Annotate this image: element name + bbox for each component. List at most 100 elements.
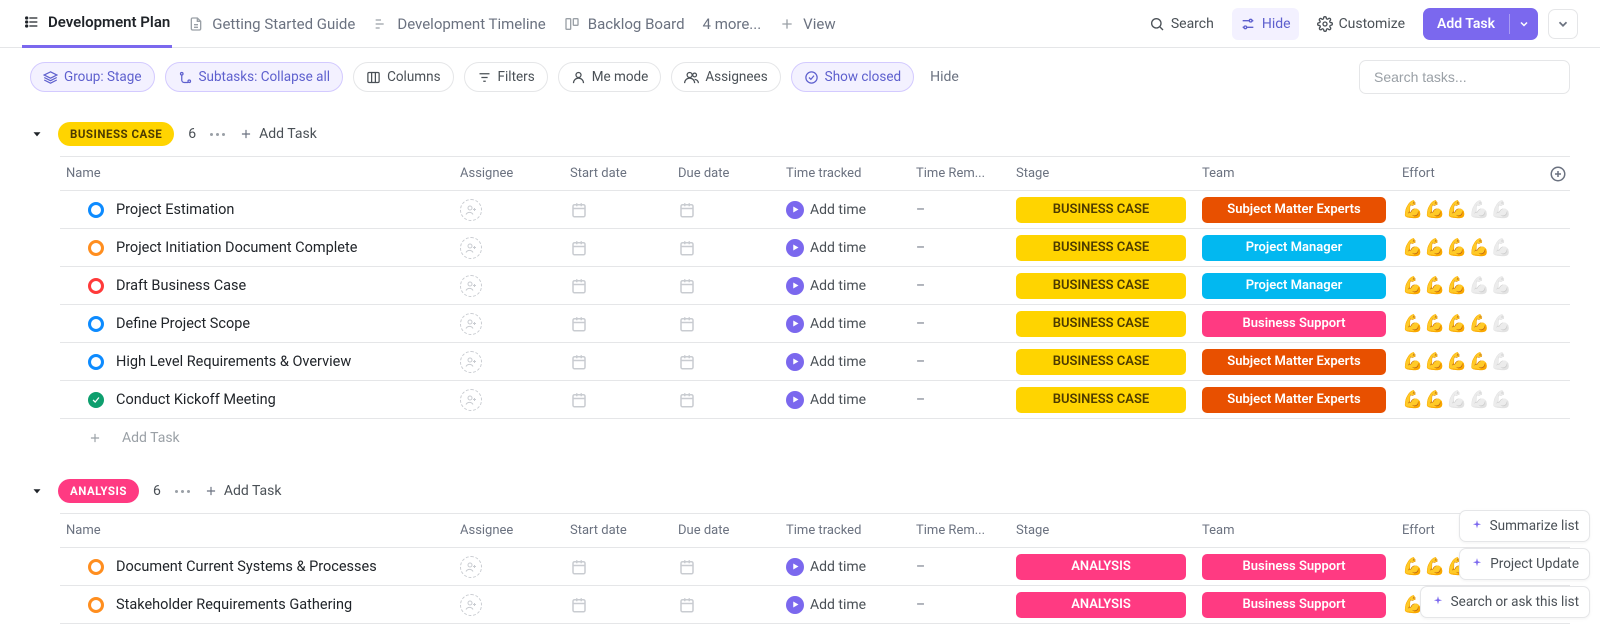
topbar-more-menu[interactable] (1548, 9, 1578, 39)
add-task-row[interactable]: Add Task (60, 419, 1570, 457)
team-tag[interactable]: Business Support (1202, 554, 1386, 580)
due-date-cell[interactable] (678, 277, 786, 295)
assign-user-button[interactable] (460, 237, 482, 259)
col-time-tracked[interactable]: Time tracked (786, 523, 916, 538)
add-time-button[interactable]: Add time (786, 391, 866, 409)
col-stage[interactable]: Stage (1016, 166, 1202, 181)
subtasks-chip[interactable]: Subtasks: Collapse all (165, 62, 344, 92)
add-column-button[interactable] (1546, 165, 1570, 183)
group-more-menu[interactable] (210, 133, 225, 136)
col-due-date[interactable]: Due date (678, 523, 786, 538)
due-date-cell[interactable] (678, 558, 786, 576)
task-row[interactable]: Project Initiation Document Complete Add… (60, 229, 1570, 267)
start-date-cell[interactable] (570, 596, 678, 614)
team-tag[interactable]: Subject Matter Experts (1202, 387, 1386, 413)
search-tasks-input[interactable] (1372, 68, 1557, 86)
add-time-button[interactable]: Add time (786, 353, 866, 371)
start-date-cell[interactable] (570, 353, 678, 371)
due-date-cell[interactable] (678, 201, 786, 219)
group-chip[interactable]: Group: Stage (30, 62, 155, 92)
topbar-search[interactable]: Search (1141, 8, 1222, 40)
toolbar-hide-button[interactable]: Hide (924, 69, 965, 85)
stage-tag[interactable]: BUSINESS CASE (1016, 197, 1186, 223)
col-name[interactable]: Name (60, 523, 460, 538)
task-row[interactable]: Draft Business Case Add time – BUSINESS … (60, 267, 1570, 305)
col-due-date[interactable]: Due date (678, 166, 786, 181)
task-row[interactable]: Define Project Scope Add time – BUSINESS… (60, 305, 1570, 343)
group-add-task[interactable]: Add Task (204, 483, 282, 499)
stage-tag[interactable]: BUSINESS CASE (1016, 235, 1186, 261)
start-date-cell[interactable] (570, 201, 678, 219)
add-time-button[interactable]: Add time (786, 596, 866, 614)
effort-cell[interactable]: 💪💪💪💪💪 (1402, 238, 1570, 258)
view-tab[interactable]: Development Timeline (371, 0, 547, 48)
add-time-button[interactable]: Add time (786, 201, 866, 219)
col-name[interactable]: Name (60, 166, 460, 181)
assign-user-button[interactable] (460, 351, 482, 373)
task-row[interactable]: Conduct Kickoff Meeting Add time – BUSIN… (60, 381, 1570, 419)
col-time-remain[interactable]: Time Rem... (916, 523, 1016, 538)
start-date-cell[interactable] (570, 391, 678, 409)
ai-project-update-button[interactable]: Project Update (1459, 548, 1590, 580)
col-time-tracked[interactable]: Time tracked (786, 166, 916, 181)
col-start-date[interactable]: Start date (570, 523, 678, 538)
view-tab[interactable]: Development Plan (22, 0, 172, 48)
stage-tag[interactable]: BUSINESS CASE (1016, 387, 1186, 413)
tab-more-views[interactable]: 4 more... (701, 0, 764, 48)
task-row[interactable]: Project Estimation Add time – BUSINESS C… (60, 191, 1570, 229)
due-date-cell[interactable] (678, 239, 786, 257)
stage-tag[interactable]: BUSINESS CASE (1016, 273, 1186, 299)
group-header[interactable]: BUSINESS CASE 6 Add Task (30, 116, 1570, 156)
task-row[interactable]: Document Current Systems & Processes Add… (60, 548, 1570, 586)
filters-chip[interactable]: Filters (464, 62, 548, 92)
due-date-cell[interactable] (678, 391, 786, 409)
ai-search-button[interactable]: Search or ask this list (1420, 586, 1590, 618)
start-date-cell[interactable] (570, 277, 678, 295)
col-team[interactable]: Team (1202, 523, 1402, 538)
start-date-cell[interactable] (570, 558, 678, 576)
ai-summarize-button[interactable]: Summarize list (1459, 510, 1590, 542)
view-tab[interactable]: Getting Started Guide (186, 0, 357, 48)
due-date-cell[interactable] (678, 353, 786, 371)
effort-cell[interactable]: 💪💪💪💪💪 (1402, 352, 1570, 372)
due-date-cell[interactable] (678, 315, 786, 333)
add-time-button[interactable]: Add time (786, 315, 866, 333)
start-date-cell[interactable] (570, 239, 678, 257)
effort-cell[interactable]: 💪💪💪💪💪 (1402, 200, 1570, 220)
assign-user-button[interactable] (460, 389, 482, 411)
start-date-cell[interactable] (570, 315, 678, 333)
assign-user-button[interactable] (460, 556, 482, 578)
effort-cell[interactable]: 💪💪💪💪💪 (1402, 390, 1570, 410)
stage-tag[interactable]: BUSINESS CASE (1016, 311, 1186, 337)
assignees-chip[interactable]: Assignees (671, 62, 780, 92)
stage-tag[interactable]: ANALYSIS (1016, 554, 1186, 580)
col-stage[interactable]: Stage (1016, 523, 1202, 538)
assign-user-button[interactable] (460, 275, 482, 297)
col-assignee[interactable]: Assignee (460, 166, 570, 181)
add-time-button[interactable]: Add time (786, 239, 866, 257)
assign-user-button[interactable] (460, 594, 482, 616)
col-assignee[interactable]: Assignee (460, 523, 570, 538)
view-tab[interactable]: Backlog Board (562, 0, 687, 48)
effort-cell[interactable]: 💪💪💪💪💪 (1402, 276, 1570, 296)
col-time-remain[interactable]: Time Rem... (916, 166, 1016, 181)
me-mode-chip[interactable]: Me mode (558, 62, 662, 92)
add-time-button[interactable]: Add time (786, 558, 866, 576)
search-tasks-field[interactable] (1359, 60, 1570, 94)
task-row[interactable]: Stakeholder Requirements Gathering Add t… (60, 586, 1570, 624)
columns-chip[interactable]: Columns (353, 62, 453, 92)
team-tag[interactable]: Subject Matter Experts (1202, 349, 1386, 375)
add-task-dropdown[interactable] (1510, 8, 1538, 40)
due-date-cell[interactable] (678, 596, 786, 614)
stage-tag[interactable]: ANALYSIS (1016, 592, 1186, 618)
team-tag[interactable]: Business Support (1202, 592, 1386, 618)
group-add-task[interactable]: Add Task (239, 126, 317, 142)
task-row[interactable]: High Level Requirements & Overview Add t… (60, 343, 1570, 381)
col-team[interactable]: Team (1202, 166, 1402, 181)
effort-cell[interactable]: 💪💪💪💪💪 (1402, 314, 1570, 334)
group-header[interactable]: ANALYSIS 6 Add Task (30, 473, 1570, 513)
topbar-hide[interactable]: Hide (1232, 8, 1299, 40)
assign-user-button[interactable] (460, 313, 482, 335)
add-view-button[interactable]: View (777, 0, 837, 48)
col-start-date[interactable]: Start date (570, 166, 678, 181)
